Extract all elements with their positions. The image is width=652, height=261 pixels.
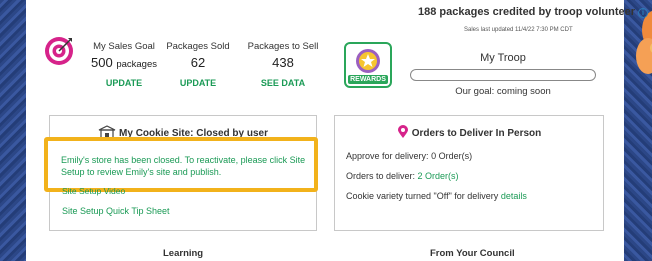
credited-text: 188 packages credited by troop volunteer — [418, 6, 636, 18]
packages-to-sell-value: 438 — [272, 55, 294, 70]
background-texture-left — [0, 0, 26, 261]
learning-heading: Learning — [163, 248, 204, 259]
info-icon[interactable]: i — [638, 8, 649, 18]
sales-goal-stat: My Sales Goal 500 packages UPDATE — [84, 41, 164, 88]
sales-goal-value: 500 packages — [91, 55, 157, 70]
rewards-button[interactable]: REWARDS — [344, 42, 392, 88]
see-data-link[interactable]: SEE DATA — [246, 78, 320, 88]
packages-to-sell-stat: Packages to Sell 438 SEE DATA — [246, 41, 320, 88]
from-your-council-heading: From Your Council — [430, 248, 515, 259]
sales-goal-update-link[interactable]: UPDATE — [84, 78, 164, 88]
orders-deliver-title: Orders to Deliver In Person — [335, 125, 603, 139]
last-updated: Sales last updated 11/4/22 7:30 PM CDT — [464, 27, 573, 33]
rewards-star-icon — [356, 49, 380, 73]
flower-decoration — [636, 10, 652, 74]
store-closed-message[interactable]: Emily's store has been closed. To reacti… — [61, 154, 313, 178]
sales-goal-label: My Sales Goal — [93, 41, 155, 52]
troop-progress-bar — [410, 69, 596, 81]
location-pin-icon — [397, 125, 408, 138]
packages-sold-label: Packages Sold — [166, 41, 230, 52]
details-link[interactable]: details — [501, 191, 527, 201]
site-setup-video-link[interactable]: Site Setup Video — [62, 186, 125, 196]
my-troop-title: My Troop — [480, 52, 526, 64]
approve-value: 0 Order(s) — [431, 151, 473, 161]
orders-to-deliver-link[interactable]: 2 Order(s) — [418, 171, 459, 181]
target-icon — [45, 37, 73, 65]
rewards-label: REWARDS — [348, 75, 388, 84]
packages-sold-stat: Packages Sold 62 UPDATE — [162, 41, 234, 88]
credited-packages: 188 packages credited by troop volunteer… — [418, 6, 649, 18]
variety-off-delivery: Cookie variety turned "Off" for delivery… — [346, 191, 527, 201]
dashboard-panel: 188 packages credited by troop volunteer… — [26, 0, 649, 261]
background-texture-right — [624, 0, 652, 261]
packages-to-sell-label: Packages to Sell — [247, 41, 319, 52]
orders-to-deliver: Orders to deliver: 2 Order(s) — [346, 171, 459, 181]
approve-for-delivery: Approve for delivery: 0 Order(s) — [346, 151, 473, 161]
quick-tip-sheet-link[interactable]: Site Setup Quick Tip Sheet — [62, 206, 170, 216]
packages-sold-value: 62 — [190, 55, 206, 70]
packages-sold-update-link[interactable]: UPDATE — [162, 78, 234, 88]
troop-goal-text: Our goal: coming soon — [455, 86, 551, 97]
